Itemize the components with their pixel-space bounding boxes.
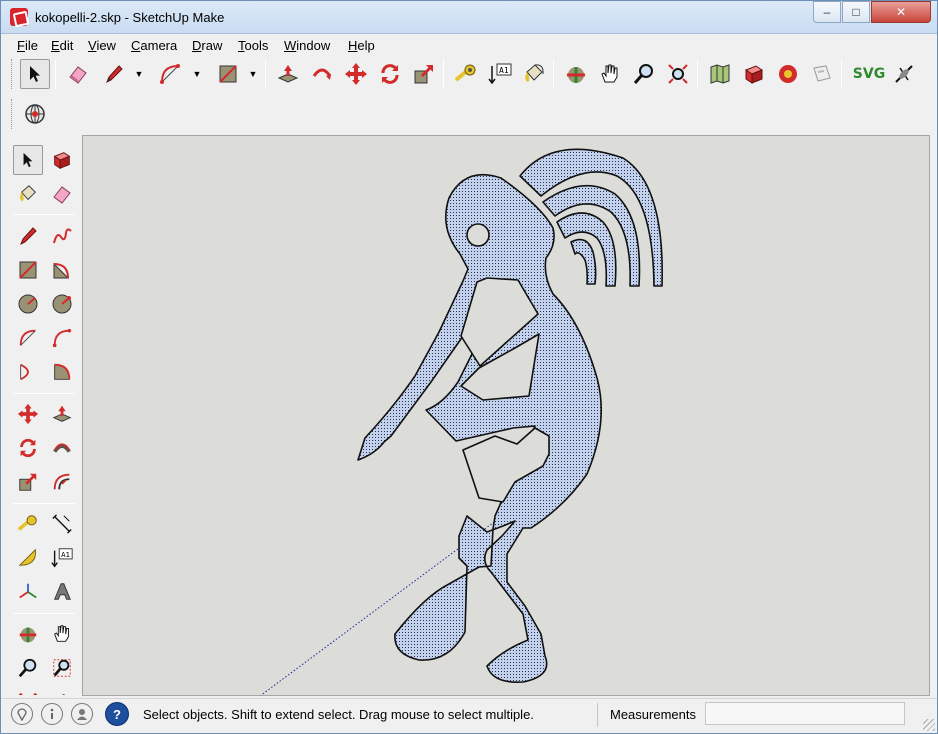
text-icon[interactable]: A1	[47, 543, 77, 573]
svg-export-icon[interactable]: SVG	[851, 59, 887, 89]
status-bar: ? Select objects. Shift to extend select…	[1, 698, 937, 733]
kokopelli-figure	[357, 148, 663, 683]
text-icon[interactable]: A1	[485, 59, 515, 89]
rotated-rectangle-icon[interactable]	[47, 255, 77, 285]
measurements-label: Measurements	[610, 707, 696, 722]
menu-camera[interactable]: Camera	[131, 38, 177, 53]
minimize-button[interactable]: –	[813, 1, 841, 23]
orbit-icon[interactable]	[561, 59, 591, 89]
circle-icon[interactable]	[13, 289, 43, 319]
pan-icon[interactable]	[595, 59, 625, 89]
menu-window[interactable]: Window	[284, 38, 330, 53]
close-button[interactable]: ✕	[871, 1, 931, 23]
sketchup-app-icon[interactable]	[10, 8, 28, 26]
large-tool-set: A1	[9, 139, 79, 695]
credits-info-icon[interactable]	[41, 703, 63, 725]
rectangle-icon[interactable]	[213, 59, 243, 89]
select-icon[interactable]	[20, 59, 50, 89]
tape-measure-icon[interactable]	[451, 59, 481, 89]
toolbar-grip-2[interactable]	[11, 99, 14, 129]
title-bar[interactable]: kokopelli-2.skp - SketchUp Make – □ ✕	[1, 1, 937, 34]
help-icon[interactable]: ?	[105, 702, 129, 726]
offset-icon[interactable]	[47, 467, 77, 497]
account-icon[interactable]	[71, 703, 93, 725]
previous-view-icon[interactable]	[47, 687, 77, 695]
zoom-icon[interactable]	[13, 653, 43, 683]
menu-bar: File Edit View Camera Draw Tools Window …	[1, 35, 937, 56]
scale-icon[interactable]	[409, 59, 439, 89]
follow-me-icon[interactable]	[47, 433, 77, 463]
menu-view[interactable]: View	[88, 38, 116, 53]
push-pull-icon[interactable]	[273, 59, 303, 89]
move-icon[interactable]	[13, 399, 43, 429]
freehand-icon[interactable]	[47, 221, 77, 251]
axes-icon[interactable]	[13, 577, 43, 607]
resize-grip[interactable]	[923, 719, 935, 731]
tape-measure-icon[interactable]	[13, 509, 43, 539]
measurements-input[interactable]	[705, 702, 905, 725]
line-icon[interactable]	[13, 221, 43, 251]
layout-icon[interactable]	[807, 59, 837, 89]
pencil-line-icon[interactable]	[99, 59, 129, 89]
map-icon[interactable]	[705, 59, 735, 89]
menu-help[interactable]: Help	[348, 38, 375, 53]
scale-icon[interactable]	[13, 467, 43, 497]
pan-icon[interactable]	[47, 619, 77, 649]
status-hint: Select objects. Shift to extend select. …	[143, 707, 534, 722]
kokopelli-model[interactable]	[83, 136, 930, 696]
make-component-icon[interactable]	[47, 145, 77, 175]
zoom-extents-icon[interactable]	[663, 59, 693, 89]
polygon-icon[interactable]	[47, 289, 77, 319]
push-pull-icon[interactable]	[47, 399, 77, 429]
menu-draw[interactable]: Draw	[192, 38, 222, 53]
extension-warehouse-icon[interactable]	[773, 59, 803, 89]
zoom-icon[interactable]	[629, 59, 659, 89]
arc-icon[interactable]	[13, 323, 43, 353]
rotate-icon[interactable]	[375, 59, 405, 89]
two-point-arc-icon[interactable]	[47, 323, 77, 353]
shape-dropdown-arrow[interactable]: ▼	[247, 59, 259, 89]
menu-edit[interactable]: Edit	[51, 38, 73, 53]
model-viewport[interactable]	[82, 135, 930, 696]
rotate-icon[interactable]	[13, 433, 43, 463]
orbit-icon[interactable]	[13, 619, 43, 649]
zoom-extents-icon[interactable]	[13, 687, 43, 695]
select-icon[interactable]	[13, 145, 43, 175]
toolbar-grip[interactable]	[11, 59, 14, 89]
main-toolbar: ▼ ▼ ▼ A1 SVG	[9, 57, 929, 133]
eye-cutout	[466, 223, 490, 247]
window-title: kokopelli-2.skp - SketchUp Make	[35, 10, 225, 25]
geo-location-status-icon[interactable]	[11, 703, 33, 725]
rectangle-icon[interactable]	[13, 255, 43, 285]
paint-bucket-icon[interactable]	[519, 59, 549, 89]
torso-and-arm	[357, 174, 603, 683]
eraser-icon[interactable]	[47, 179, 77, 209]
dimension-icon[interactable]	[47, 509, 77, 539]
hair-strand-4	[570, 238, 597, 285]
geo-location-icon[interactable]	[20, 99, 50, 129]
protractor-icon[interactable]	[13, 543, 43, 573]
dimension-text-label: A1	[499, 66, 509, 75]
follow-me-icon[interactable]	[307, 59, 337, 89]
paint-bucket-icon[interactable]	[13, 179, 43, 209]
move-icon[interactable]	[341, 59, 371, 89]
arc-icon[interactable]	[155, 59, 185, 89]
line-dropdown-arrow[interactable]: ▼	[133, 59, 145, 89]
bug-icon[interactable]	[889, 59, 919, 89]
text-tool-label: A1	[61, 550, 70, 559]
menu-tools[interactable]: Tools	[238, 38, 268, 53]
eraser-icon[interactable]	[63, 59, 93, 89]
3d-warehouse-icon[interactable]	[739, 59, 769, 89]
sketchup-window: kokopelli-2.skp - SketchUp Make – □ ✕ Fi…	[0, 0, 938, 734]
3d-text-icon[interactable]	[47, 577, 77, 607]
zoom-window-icon[interactable]	[47, 653, 77, 683]
arc-dropdown-arrow[interactable]: ▼	[191, 59, 203, 89]
three-point-arc-icon[interactable]	[13, 357, 43, 387]
maximize-button[interactable]: □	[842, 1, 870, 23]
menu-file[interactable]: File	[17, 38, 38, 53]
pie-icon[interactable]	[47, 357, 77, 387]
